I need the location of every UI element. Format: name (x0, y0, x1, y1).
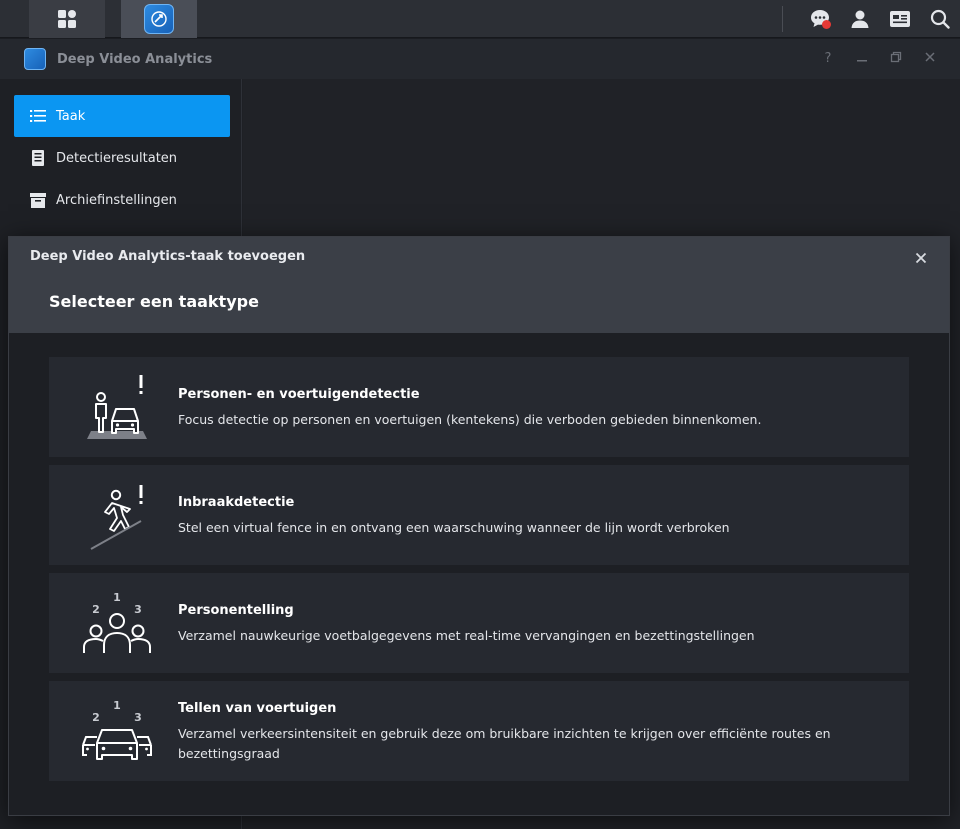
sidebar-item-label: Taak (56, 108, 86, 124)
count-number: 3 (134, 711, 142, 724)
app-logo-icon (24, 48, 46, 70)
task-type-card-vehicle-counting[interactable]: 1 2 3 Tellen van voertuigen Verzamel ver… (49, 681, 909, 781)
intrusion-line-icon (90, 485, 143, 550)
window-title: Deep Video Analytics (57, 51, 213, 67)
card-title: Personentelling (178, 603, 294, 618)
task-type-card-person-vehicle[interactable]: Personen- en voertuigendetectie Focus de… (49, 357, 909, 457)
count-number: 1 (113, 591, 121, 604)
sidebar-item-taak[interactable]: Taak (14, 95, 230, 137)
card-title: Tellen van voertuigen (178, 701, 337, 716)
card-description: Verzamel verkeersintensiteit en gebruik … (178, 726, 831, 761)
taskbar-app-deep-video-analytics[interactable] (121, 0, 197, 38)
dialog-title: Deep Video Analytics-taak toevoegen (30, 249, 306, 264)
apps-grid-icon (58, 10, 76, 28)
user-button[interactable] (840, 0, 880, 38)
taskbar-separator (782, 6, 783, 32)
archive-box-icon (29, 192, 47, 208)
dialog-close-button[interactable] (911, 248, 931, 268)
vehicle-counting-icon: 1 2 3 (82, 699, 152, 760)
window-titlebar: Deep Video Analytics ? (0, 39, 960, 79)
card-description: Focus detectie op personen en voertuigen… (178, 412, 762, 427)
close-window-button[interactable] (922, 51, 938, 67)
people-counting-icon: 1 2 3 (83, 591, 151, 653)
main-menu-button[interactable] (29, 0, 105, 38)
sidebar-item-archiefinstellingen[interactable]: Archiefinstellingen (14, 179, 230, 221)
user-icon (851, 10, 869, 28)
count-number: 2 (92, 603, 100, 616)
count-number: 1 (113, 699, 121, 712)
document-icon (29, 150, 47, 166)
search-icon (930, 9, 950, 29)
notification-badge (822, 20, 831, 29)
add-task-dialog: Deep Video Analytics-taak toevoegen Sele… (8, 236, 950, 816)
task-type-card-intrusion[interactable]: Inbraakdetectie Stel een virtual fence i… (49, 465, 909, 565)
minimize-button[interactable] (854, 51, 870, 67)
card-title: Personen- en voertuigendetectie (178, 387, 420, 402)
dialog-header: Deep Video Analytics-taak toevoegen Sele… (9, 237, 949, 333)
search-button[interactable] (920, 0, 960, 38)
close-icon (925, 52, 935, 62)
count-number: 3 (134, 603, 142, 616)
taskbar (0, 0, 960, 38)
task-type-card-people-counting[interactable]: 1 2 3 Personentelling Verzamel nauwkeuri… (49, 573, 909, 673)
dialog-subtitle: Selecteer een taaktype (49, 292, 259, 311)
minimize-icon (857, 60, 867, 62)
sidebar-item-detectieresultaten[interactable]: Detectieresultaten (14, 137, 230, 179)
widgets-icon (890, 11, 910, 27)
deep-video-analytics-app-icon (144, 4, 174, 34)
maximize-button[interactable] (888, 51, 904, 67)
restore-icon (890, 51, 902, 63)
widgets-button[interactable] (880, 0, 920, 38)
chat-button[interactable] (800, 0, 840, 38)
person-vehicle-alert-icon (87, 375, 147, 439)
card-description: Verzamel nauwkeurige voetbalgegevens met… (178, 628, 755, 643)
sidebar-item-label: Detectieresultaten (56, 150, 178, 166)
help-button[interactable]: ? (820, 51, 836, 67)
card-title: Inbraakdetectie (178, 495, 295, 510)
sidebar-item-label: Archiefinstellingen (56, 192, 177, 208)
count-number: 2 (92, 711, 100, 724)
close-icon (915, 252, 927, 264)
card-description: Stel een virtual fence in en ontvang een… (178, 520, 730, 535)
list-icon (29, 109, 47, 123)
